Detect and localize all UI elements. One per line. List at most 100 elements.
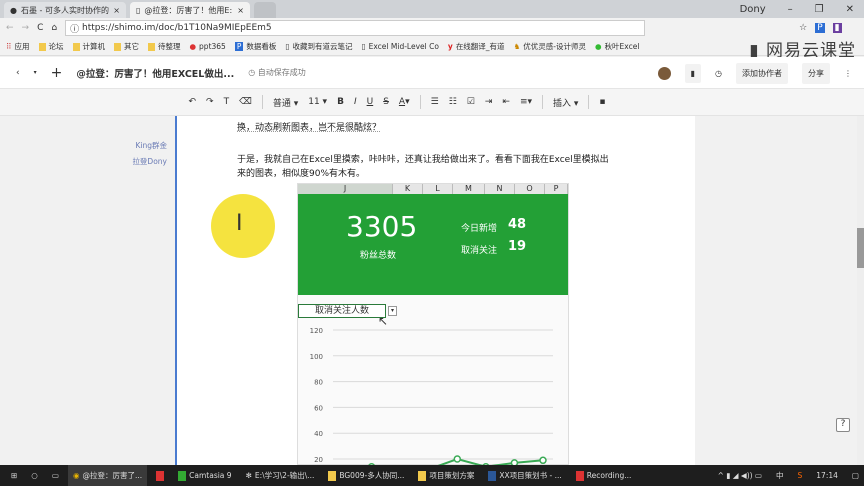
- outdent-icon[interactable]: ⇤: [502, 97, 510, 107]
- star-icon[interactable]: ☆: [799, 23, 807, 33]
- tab-doc[interactable]: ▯ @拉登：厉害了！他用E: ×: [130, 2, 250, 18]
- sogou-icon[interactable]: S: [793, 465, 808, 486]
- reload-icon[interactable]: C: [37, 23, 43, 33]
- vertical-scrollbar[interactable]: [857, 116, 864, 465]
- taskbar-item[interactable]: [151, 465, 169, 486]
- help-icon[interactable]: ?: [836, 418, 850, 432]
- bookmark-item[interactable]: 待整理: [148, 41, 181, 52]
- bookmark-label: 论坛: [48, 42, 64, 51]
- align-icon[interactable]: ≡▾: [520, 97, 532, 107]
- font-size-select[interactable]: 11 ▾: [308, 97, 327, 107]
- bookmark-item[interactable]: y 在线翻译_有道: [448, 41, 505, 52]
- underline-icon[interactable]: U: [367, 97, 374, 107]
- y-tick-label: 40: [314, 430, 323, 438]
- restore-icon[interactable]: ❐: [815, 4, 824, 15]
- share-button[interactable]: 分享: [802, 62, 830, 84]
- bookmark-apps[interactable]: ⠿ 应用: [6, 41, 30, 52]
- text-cursor-icon: I: [236, 211, 243, 236]
- bookmark-item[interactable]: P 数据看板: [234, 41, 276, 52]
- clear-format-icon[interactable]: ⌫: [239, 97, 252, 107]
- back-icon[interactable]: ←: [6, 23, 14, 33]
- tray-icons[interactable]: ^ ▮ ◢ ◀)) ▭: [713, 465, 767, 486]
- strikethrough-icon[interactable]: S: [383, 97, 389, 107]
- checklist-icon[interactable]: ☑: [467, 97, 475, 107]
- clock[interactable]: 17:14: [811, 465, 843, 486]
- taskbar-item[interactable]: Camtasia 9: [173, 465, 236, 486]
- word-icon: [488, 470, 497, 481]
- extension-icon[interactable]: ▮: [832, 23, 842, 33]
- tab-shimo[interactable]: ● 石墨 - 可多人实时协作的 ×: [4, 2, 126, 18]
- bookmark-label: Excel Mid-Level Co: [368, 42, 439, 51]
- indent-icon[interactable]: ⇥: [485, 97, 493, 107]
- bookmark-item[interactable]: ▯ 收藏到有道云笔记: [285, 41, 352, 52]
- ordered-list-icon[interactable]: ☰: [431, 97, 439, 107]
- chrome-icon: ◉: [72, 471, 80, 480]
- scrollbar-thumb[interactable]: [857, 228, 864, 268]
- minimize-icon[interactable]: –: [788, 4, 793, 15]
- style-select[interactable]: 普通 ▾: [273, 96, 298, 109]
- home-icon[interactable]: ⌂: [51, 23, 57, 33]
- avatar[interactable]: [657, 66, 671, 80]
- taskbar-item[interactable]: XX项目策划书 - ...: [483, 465, 566, 486]
- profile-name[interactable]: Dony: [740, 4, 766, 15]
- bookmark-item[interactable]: ● 秋叶Excel: [595, 41, 639, 52]
- folder-icon: [148, 42, 155, 51]
- bookmark-item[interactable]: ▯ Excel Mid-Level Co: [362, 42, 439, 51]
- tab-label: @拉登：厉害了！他用E:: [144, 5, 233, 15]
- notification-icon[interactable]: ▢: [847, 465, 864, 486]
- divider: [542, 95, 543, 109]
- bookmark-item[interactable]: 其它: [114, 41, 139, 52]
- ime-indicator[interactable]: 中: [771, 465, 789, 486]
- redo-icon[interactable]: ↷: [206, 97, 214, 107]
- new-tab-button[interactable]: [254, 2, 276, 18]
- bookmark-item[interactable]: 计算机: [72, 41, 106, 52]
- back-icon[interactable]: ‹: [16, 68, 20, 78]
- search-icon[interactable]: ○: [26, 465, 43, 486]
- close-icon[interactable]: ×: [237, 6, 244, 15]
- camtasia-icon: [178, 470, 187, 481]
- history-icon[interactable]: ◷: [715, 69, 722, 78]
- bold-icon[interactable]: B: [337, 97, 344, 107]
- bookmark-item[interactable]: 论坛: [38, 41, 64, 52]
- bullet-list-icon[interactable]: ☷: [449, 97, 457, 107]
- task-view-icon[interactable]: ▭: [47, 465, 64, 486]
- bookmark-label: 应用: [14, 42, 30, 51]
- taskbar-item[interactable]: ✻ E:\学习\2-输出\...: [241, 465, 320, 486]
- italic-icon[interactable]: I: [354, 97, 357, 107]
- column-headers: J K L M N O P: [298, 184, 568, 194]
- insert-menu[interactable]: 插入 ▾: [553, 96, 578, 109]
- forward-icon[interactable]: →: [22, 23, 30, 33]
- bookmarks-bar: ⠿ 应用 论坛 计算机 其它 待整理 ● ppt365 P 数据看板 ▯ 收藏到有道云笔…: [0, 38, 864, 56]
- close-window-icon[interactable]: ✕: [846, 4, 854, 15]
- bookmark-label: 收藏到有道云笔记: [292, 42, 353, 51]
- add-collaborator-button[interactable]: 添加协作者: [736, 62, 788, 84]
- taskbar-item[interactable]: ◉ @拉登：厉害了...: [67, 465, 148, 486]
- paragraph: 换，动态刷新图表，岂不是很酷炫？: [237, 123, 382, 133]
- url-input[interactable]: ⓘ https://shimo.im/doc/b1T10Na9MIEpEEm5: [65, 20, 646, 36]
- bookmark-label: 计算机: [82, 42, 106, 51]
- comment-author[interactable]: King群金: [135, 140, 167, 151]
- format-painter-icon[interactable]: T: [224, 97, 230, 107]
- new-doc-button[interactable]: +: [51, 65, 63, 81]
- text-color-icon[interactable]: A▾: [399, 97, 410, 107]
- taskbar-item[interactable]: Recording...: [571, 465, 637, 486]
- comment-icon[interactable]: ▪: [599, 97, 605, 107]
- undo-icon[interactable]: ↶: [188, 97, 196, 107]
- unfollow-label: 取消关注: [461, 246, 498, 256]
- start-icon[interactable]: ⊞: [6, 465, 22, 486]
- taskbar-item[interactable]: 项目策划方案: [413, 465, 479, 486]
- comment-author[interactable]: 拉登Dony: [132, 156, 167, 167]
- column-header: P: [545, 184, 568, 194]
- dropdown-icon[interactable]: ▾: [34, 69, 37, 76]
- bookmark-item[interactable]: ♞ 优优灵感-设计师灵: [514, 41, 586, 52]
- bookmark-label: ppt365: [199, 42, 226, 51]
- lion-icon: ♞: [513, 42, 521, 51]
- close-icon[interactable]: ×: [113, 6, 120, 15]
- bookmark-button[interactable]: ▮: [684, 63, 702, 83]
- extension-icon[interactable]: P: [815, 23, 825, 33]
- taskbar-label: Camtasia 9: [189, 471, 232, 480]
- more-icon[interactable]: ⋮: [844, 69, 852, 78]
- taskbar-item[interactable]: BG009-多人协同...: [323, 465, 409, 486]
- bookmark-item[interactable]: ● ppt365: [190, 42, 226, 51]
- youdao-icon: y: [447, 42, 453, 51]
